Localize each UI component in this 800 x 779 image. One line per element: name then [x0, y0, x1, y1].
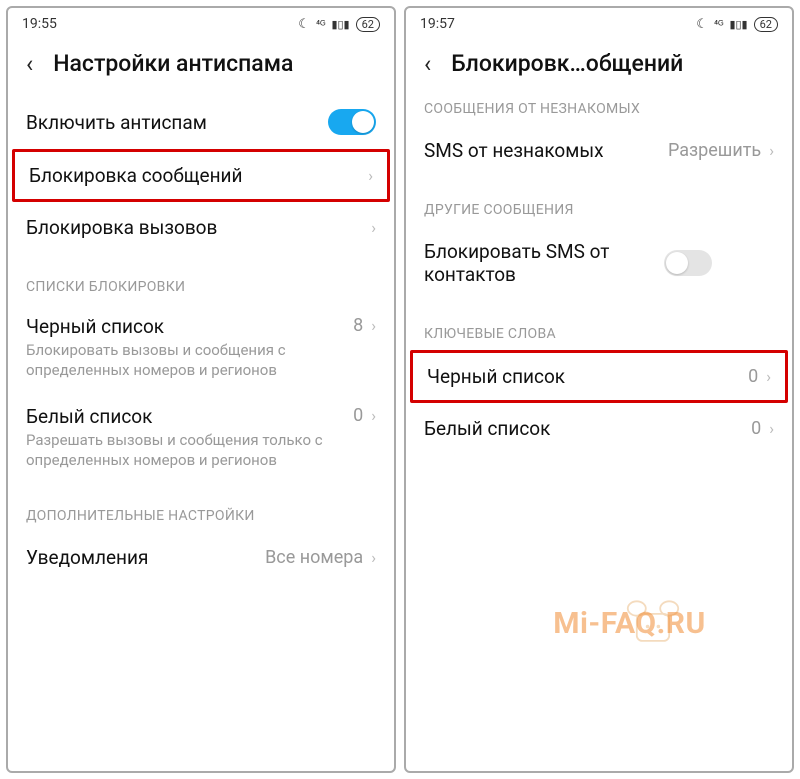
block-messages-row[interactable]: Блокировка сообщений › — [29, 152, 373, 199]
block-sms-contacts-label: Блокировать SMS от контактов — [424, 240, 664, 286]
content: СООБЩЕНИЯ ОТ НЕЗНАКОМЫХ SMS от незнакомы… — [406, 95, 792, 771]
status-icons: ☾ ⁴ᴳ ▮▯▮ 62 — [298, 17, 380, 32]
notifications-row[interactable]: Уведомления Все номера › — [26, 532, 376, 583]
notifications-value: Все номера — [265, 547, 363, 568]
phone-left: 19:55 ☾ ⁴ᴳ ▮▯▮ 62 ‹ Настройки антиспама … — [6, 6, 396, 773]
status-bar: 19:55 ☾ ⁴ᴳ ▮▯▮ 62 — [8, 8, 394, 36]
block-sms-contacts-row[interactable]: Блокировать SMS от контактов — [424, 226, 774, 300]
signal-icon: ▮▯▮ — [729, 19, 747, 30]
keyword-blacklist-row[interactable]: Черный список 0 › — [427, 353, 771, 400]
chevron-right-icon: › — [368, 166, 373, 185]
blacklist-row[interactable]: Черный список Блокировать вызовы и сообщ… — [26, 303, 376, 393]
chevron-right-icon: › — [371, 316, 376, 335]
network-icon: ⁴ᴳ — [316, 19, 326, 30]
chevron-right-icon: › — [371, 548, 376, 567]
status-time: 19:57 — [420, 16, 455, 32]
enable-antispam-row[interactable]: Включить антиспам — [26, 95, 376, 149]
section-blocklists: СПИСКИ БЛОКИРОВКИ — [26, 253, 376, 303]
highlight-block-messages: Блокировка сообщений › — [12, 149, 390, 202]
block-sms-contacts-toggle[interactable] — [664, 250, 712, 276]
chevron-right-icon: › — [371, 218, 376, 237]
whitelist-count: 0 — [353, 405, 363, 426]
dnd-icon: ☾ — [696, 17, 708, 32]
network-icon: ⁴ᴳ — [714, 19, 724, 30]
header: ‹ Настройки антиспама — [8, 36, 394, 95]
highlight-keyword-blacklist: Черный список 0 › — [410, 350, 788, 403]
blacklist-sub: Блокировать вызовы и сообщения с определ… — [26, 340, 353, 381]
block-messages-label: Блокировка сообщений — [29, 164, 368, 187]
blacklist-title: Черный список — [26, 315, 353, 338]
signal-icon: ▮▯▮ — [331, 19, 349, 30]
section-unknown: СООБЩЕНИЯ ОТ НЕЗНАКОМЫХ — [424, 95, 774, 125]
chevron-right-icon: › — [769, 419, 774, 438]
block-calls-label: Блокировка вызовов — [26, 216, 371, 239]
keyword-blacklist-count: 0 — [748, 366, 758, 387]
page-title: Настройки антиспама — [53, 50, 293, 77]
header: ‹ Блокировк…общений — [406, 36, 792, 95]
sms-unknown-row[interactable]: SMS от незнакомых Разрешить › — [424, 125, 774, 176]
whitelist-title: Белый список — [26, 405, 353, 428]
block-calls-row[interactable]: Блокировка вызовов › — [26, 202, 376, 253]
sms-unknown-value: Разрешить — [668, 140, 761, 161]
section-other: ДРУГИЕ СООБЩЕНИЯ — [424, 176, 774, 226]
section-keywords: КЛЮЧЕВЫЕ СЛОВА — [424, 300, 774, 350]
enable-antispam-toggle[interactable] — [328, 109, 376, 135]
dnd-icon: ☾ — [298, 17, 310, 32]
battery-indicator: 62 — [754, 17, 778, 32]
blacklist-count: 8 — [353, 315, 363, 336]
status-bar: 19:57 ☾ ⁴ᴳ ▮▯▮ 62 — [406, 8, 792, 36]
chevron-right-icon: › — [766, 367, 771, 386]
phone-right: 19:57 ☾ ⁴ᴳ ▮▯▮ 62 ‹ Блокировк…общений СО… — [404, 6, 794, 773]
section-additional: ДОПОЛНИТЕЛЬНЫЕ НАСТРОЙКИ — [26, 482, 376, 532]
chevron-right-icon: › — [371, 406, 376, 425]
battery-indicator: 62 — [356, 17, 380, 32]
keyword-whitelist-label: Белый список — [424, 417, 751, 440]
whitelist-row[interactable]: Белый список Разрешать вызовы и сообщени… — [26, 393, 376, 483]
chevron-right-icon: › — [769, 141, 774, 160]
keyword-blacklist-label: Черный список — [427, 365, 748, 388]
back-icon[interactable]: ‹ — [26, 52, 33, 76]
sms-unknown-label: SMS от незнакомых — [424, 139, 668, 162]
enable-antispam-label: Включить антиспам — [26, 111, 328, 134]
keyword-whitelist-count: 0 — [751, 418, 761, 439]
whitelist-sub: Разрешать вызовы и сообщения только с оп… — [26, 430, 353, 471]
page-title: Блокировк…общений — [451, 50, 683, 77]
status-time: 19:55 — [22, 16, 57, 32]
back-icon[interactable]: ‹ — [424, 52, 431, 76]
status-icons: ☾ ⁴ᴳ ▮▯▮ 62 — [696, 17, 778, 32]
keyword-whitelist-row[interactable]: Белый список 0 › — [424, 403, 774, 454]
content: Включить антиспам Блокировка сообщений ›… — [8, 95, 394, 771]
notifications-label: Уведомления — [26, 546, 265, 569]
